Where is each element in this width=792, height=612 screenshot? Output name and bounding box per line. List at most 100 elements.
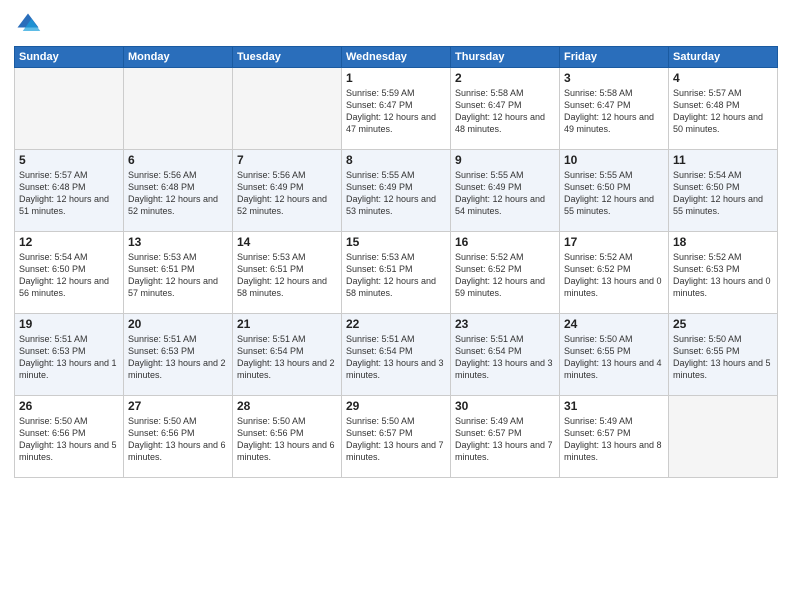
day-info: Sunrise: 5:57 AM Sunset: 6:48 PM Dayligh…: [19, 169, 119, 218]
calendar-cell: 5 Sunrise: 5:57 AM Sunset: 6:48 PM Daylig…: [15, 150, 124, 232]
day-number: 4: [673, 71, 773, 85]
day-number: 3: [564, 71, 664, 85]
calendar-cell: 27Sunrise: 5:50 AM Sunset: 6:56 PM Dayli…: [124, 396, 233, 478]
day-info: Sunrise: 5:51 AM Sunset: 6:54 PM Dayligh…: [346, 333, 446, 382]
day-number: 10: [564, 153, 664, 167]
calendar-cell: 11Sunrise: 5:54 AM Sunset: 6:50 PM Dayli…: [669, 150, 778, 232]
day-info: Sunrise: 5:51 AM Sunset: 6:54 PM Dayligh…: [455, 333, 555, 382]
day-info: Sunrise: 5:53 AM Sunset: 6:51 PM Dayligh…: [346, 251, 446, 300]
day-info: Sunrise: 5:56 AM Sunset: 6:48 PM Dayligh…: [128, 169, 228, 218]
day-number: 1: [346, 71, 446, 85]
day-info: Sunrise: 5:52 AM Sunset: 6:52 PM Dayligh…: [455, 251, 555, 300]
calendar-header-friday: Friday: [560, 47, 669, 68]
calendar-header-row: SundayMondayTuesdayWednesdayThursdayFrid…: [15, 47, 778, 68]
day-number: 27: [128, 399, 228, 413]
day-info: Sunrise: 5:57 AM Sunset: 6:48 PM Dayligh…: [673, 87, 773, 136]
day-info: Sunrise: 5:52 AM Sunset: 6:52 PM Dayligh…: [564, 251, 664, 300]
day-number: 29: [346, 399, 446, 413]
day-info: Sunrise: 5:50 AM Sunset: 6:56 PM Dayligh…: [19, 415, 119, 464]
day-info: Sunrise: 5:58 AM Sunset: 6:47 PM Dayligh…: [564, 87, 664, 136]
day-info: Sunrise: 5:55 AM Sunset: 6:50 PM Dayligh…: [564, 169, 664, 218]
day-info: Sunrise: 5:51 AM Sunset: 6:53 PM Dayligh…: [19, 333, 119, 382]
calendar-cell: 31Sunrise: 5:49 AM Sunset: 6:57 PM Dayli…: [560, 396, 669, 478]
day-info: Sunrise: 5:50 AM Sunset: 6:56 PM Dayligh…: [237, 415, 337, 464]
calendar-cell: 8 Sunrise: 5:55 AM Sunset: 6:49 PM Daylig…: [342, 150, 451, 232]
calendar-cell: 4 Sunrise: 5:57 AM Sunset: 6:48 PM Daylig…: [669, 68, 778, 150]
day-number: 23: [455, 317, 555, 331]
calendar-cell: 6 Sunrise: 5:56 AM Sunset: 6:48 PM Daylig…: [124, 150, 233, 232]
day-info: Sunrise: 5:50 AM Sunset: 6:57 PM Dayligh…: [346, 415, 446, 464]
calendar-cell: 29 Sunrise: 5:50 AM Sunset: 6:57 PM Dayli…: [342, 396, 451, 478]
logo: [14, 10, 46, 38]
day-number: 14: [237, 235, 337, 249]
calendar-header-thursday: Thursday: [451, 47, 560, 68]
calendar-cell: [669, 396, 778, 478]
calendar-cell: 2 Sunrise: 5:58 AM Sunset: 6:47 PM Daylig…: [451, 68, 560, 150]
calendar-cell: [15, 68, 124, 150]
day-number: 16: [455, 235, 555, 249]
day-info: Sunrise: 5:51 AM Sunset: 6:53 PM Dayligh…: [128, 333, 228, 382]
calendar-week-row: 1 Sunrise: 5:59 AM Sunset: 6:47 PM Daylig…: [15, 68, 778, 150]
calendar-cell: [124, 68, 233, 150]
day-info: Sunrise: 5:53 AM Sunset: 6:51 PM Dayligh…: [128, 251, 228, 300]
day-info: Sunrise: 5:56 AM Sunset: 6:49 PM Dayligh…: [237, 169, 337, 218]
day-number: 26: [19, 399, 119, 413]
calendar-header-wednesday: Wednesday: [342, 47, 451, 68]
page: SundayMondayTuesdayWednesdayThursdayFrid…: [0, 0, 792, 612]
calendar-cell: 25Sunrise: 5:50 AM Sunset: 6:55 PM Dayli…: [669, 314, 778, 396]
day-number: 5: [19, 153, 119, 167]
calendar-week-row: 26 Sunrise: 5:50 AM Sunset: 6:56 PM Dayli…: [15, 396, 778, 478]
day-info: Sunrise: 5:55 AM Sunset: 6:49 PM Dayligh…: [455, 169, 555, 218]
calendar-cell: 3 Sunrise: 5:58 AM Sunset: 6:47 PM Daylig…: [560, 68, 669, 150]
day-number: 2: [455, 71, 555, 85]
calendar-cell: 28 Sunrise: 5:50 AM Sunset: 6:56 PM Dayli…: [233, 396, 342, 478]
calendar-week-row: 5 Sunrise: 5:57 AM Sunset: 6:48 PM Daylig…: [15, 150, 778, 232]
calendar-cell: 19Sunrise: 5:51 AM Sunset: 6:53 PM Dayli…: [15, 314, 124, 396]
day-number: 15: [346, 235, 446, 249]
calendar-cell: 22 Sunrise: 5:51 AM Sunset: 6:54 PM Dayli…: [342, 314, 451, 396]
day-number: 28: [237, 399, 337, 413]
day-number: 8: [346, 153, 446, 167]
day-number: 18: [673, 235, 773, 249]
day-number: 24: [564, 317, 664, 331]
day-number: 22: [346, 317, 446, 331]
day-number: 7: [237, 153, 337, 167]
calendar-cell: 20 Sunrise: 5:51 AM Sunset: 6:53 PM Dayli…: [124, 314, 233, 396]
day-info: Sunrise: 5:58 AM Sunset: 6:47 PM Dayligh…: [455, 87, 555, 136]
day-number: 13: [128, 235, 228, 249]
day-number: 20: [128, 317, 228, 331]
day-info: Sunrise: 5:50 AM Sunset: 6:55 PM Dayligh…: [564, 333, 664, 382]
day-info: Sunrise: 5:59 AM Sunset: 6:47 PM Dayligh…: [346, 87, 446, 136]
logo-icon: [14, 10, 42, 38]
calendar-cell: 17Sunrise: 5:52 AM Sunset: 6:52 PM Dayli…: [560, 232, 669, 314]
calendar-cell: 18 Sunrise: 5:52 AM Sunset: 6:53 PM Dayli…: [669, 232, 778, 314]
calendar-week-row: 12Sunrise: 5:54 AM Sunset: 6:50 PM Dayli…: [15, 232, 778, 314]
day-number: 11: [673, 153, 773, 167]
calendar-cell: 14 Sunrise: 5:53 AM Sunset: 6:51 PM Dayli…: [233, 232, 342, 314]
day-info: Sunrise: 5:55 AM Sunset: 6:49 PM Dayligh…: [346, 169, 446, 218]
day-number: 9: [455, 153, 555, 167]
calendar-cell: 26 Sunrise: 5:50 AM Sunset: 6:56 PM Dayli…: [15, 396, 124, 478]
calendar-cell: 23 Sunrise: 5:51 AM Sunset: 6:54 PM Dayli…: [451, 314, 560, 396]
calendar-table: SundayMondayTuesdayWednesdayThursdayFrid…: [14, 46, 778, 478]
calendar-cell: 16 Sunrise: 5:52 AM Sunset: 6:52 PM Dayli…: [451, 232, 560, 314]
day-info: Sunrise: 5:53 AM Sunset: 6:51 PM Dayligh…: [237, 251, 337, 300]
calendar-cell: 10 Sunrise: 5:55 AM Sunset: 6:50 PM Dayli…: [560, 150, 669, 232]
day-number: 21: [237, 317, 337, 331]
day-number: 12: [19, 235, 119, 249]
day-number: 25: [673, 317, 773, 331]
calendar-header-monday: Monday: [124, 47, 233, 68]
day-info: Sunrise: 5:52 AM Sunset: 6:53 PM Dayligh…: [673, 251, 773, 300]
day-number: 6: [128, 153, 228, 167]
calendar-cell: 1 Sunrise: 5:59 AM Sunset: 6:47 PM Daylig…: [342, 68, 451, 150]
calendar-cell: 21 Sunrise: 5:51 AM Sunset: 6:54 PM Dayli…: [233, 314, 342, 396]
calendar-cell: 13 Sunrise: 5:53 AM Sunset: 6:51 PM Dayli…: [124, 232, 233, 314]
calendar-cell: 9 Sunrise: 5:55 AM Sunset: 6:49 PM Daylig…: [451, 150, 560, 232]
calendar-cell: 7 Sunrise: 5:56 AM Sunset: 6:49 PM Daylig…: [233, 150, 342, 232]
day-info: Sunrise: 5:51 AM Sunset: 6:54 PM Dayligh…: [237, 333, 337, 382]
calendar-cell: 24 Sunrise: 5:50 AM Sunset: 6:55 PM Dayli…: [560, 314, 669, 396]
day-info: Sunrise: 5:49 AM Sunset: 6:57 PM Dayligh…: [455, 415, 555, 464]
calendar-cell: [233, 68, 342, 150]
day-number: 30: [455, 399, 555, 413]
day-number: 31: [564, 399, 664, 413]
